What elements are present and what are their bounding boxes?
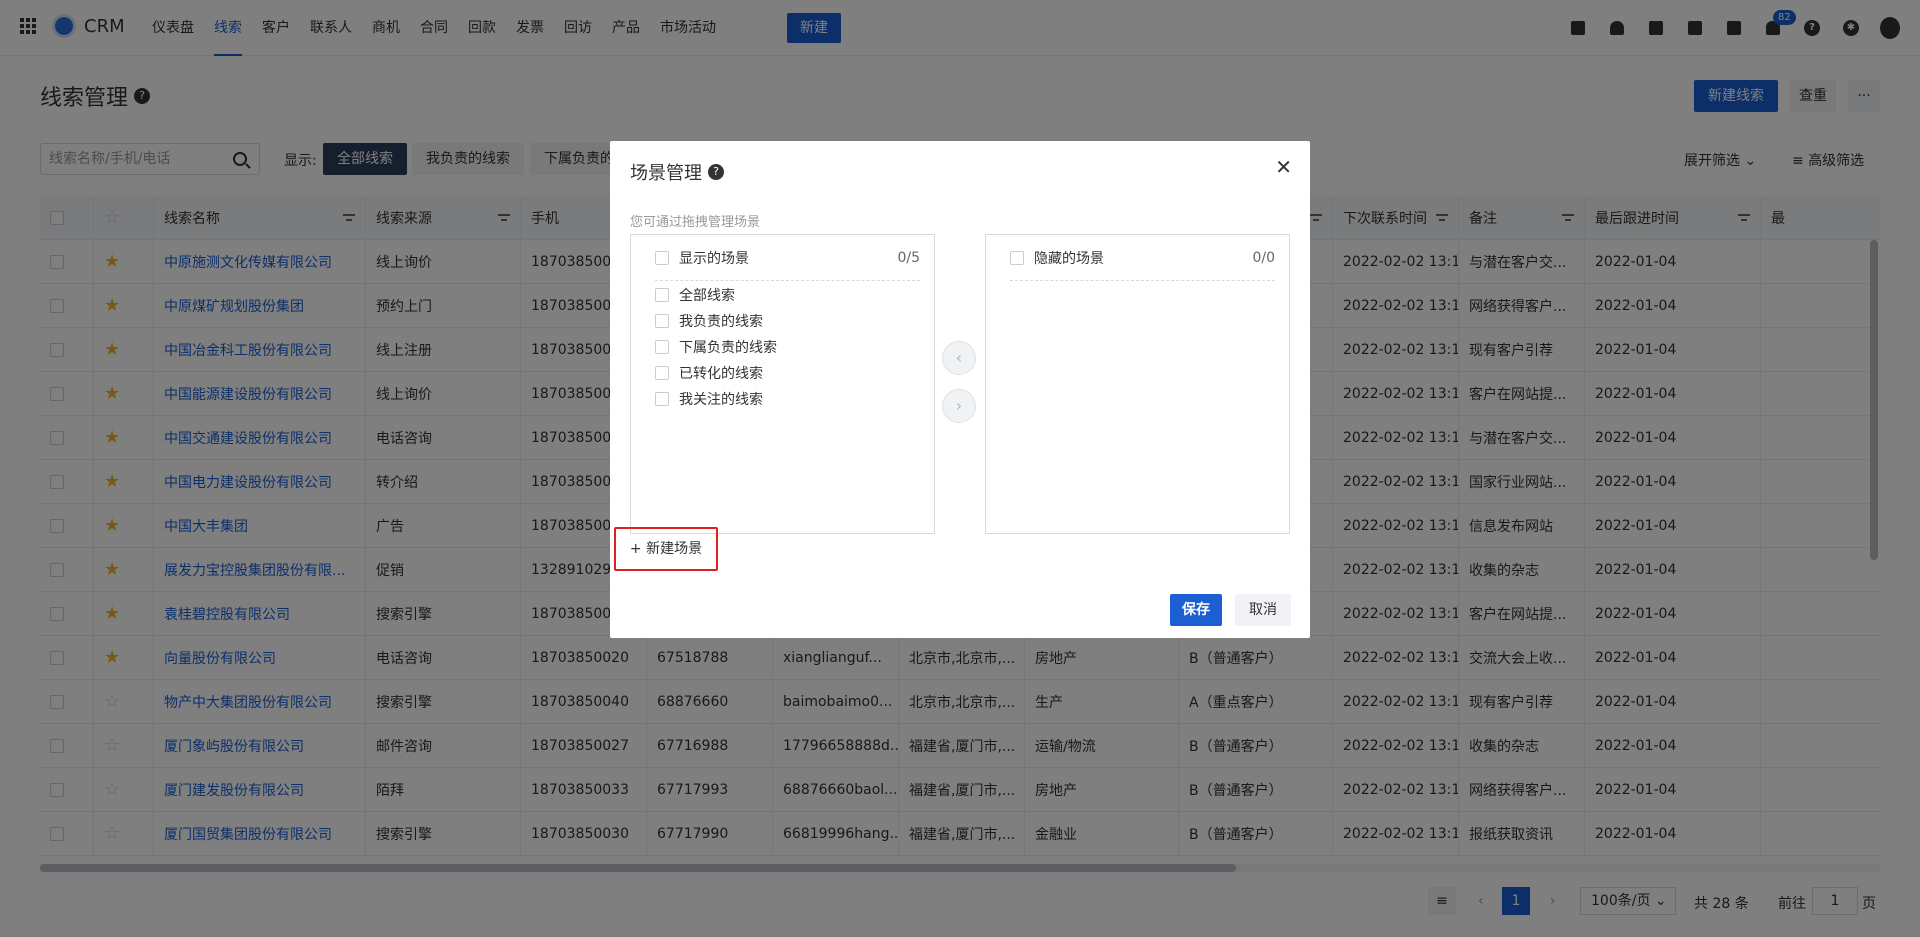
scene-checkbox[interactable] [655, 288, 669, 302]
move-right-button[interactable]: › [942, 389, 976, 423]
scene-item[interactable]: 已转化的线索 [655, 363, 763, 383]
scene-item[interactable]: 我关注的线索 [655, 389, 763, 409]
scene-label: 我负责的线索 [679, 314, 763, 330]
dialog-title: 场景管理 ? [630, 159, 724, 185]
shown-scenes-header: 显示的场景 0/5 [655, 235, 920, 281]
scene-checkbox[interactable] [655, 340, 669, 354]
hidden-scenes-count: 0/0 [1252, 249, 1275, 266]
scene-label: 已转化的线索 [679, 366, 763, 382]
scene-label: 全部线索 [679, 288, 735, 304]
scene-item[interactable]: 我负责的线索 [655, 311, 763, 331]
cancel-button[interactable]: 取消 [1235, 594, 1291, 626]
drag-hint: 您可通过拖拽管理场景 [630, 215, 761, 230]
save-button[interactable]: 保存 [1170, 594, 1222, 626]
scene-checkbox[interactable] [655, 366, 669, 380]
new-scene-button[interactable]: + 新建场景 [614, 527, 718, 571]
scene-label: 我关注的线索 [679, 392, 763, 408]
hidden-scenes-title: 隐藏的场景 [1034, 250, 1104, 267]
hidden-scenes-panel: 隐藏的场景 0/0 [985, 234, 1290, 534]
shown-select-all-checkbox[interactable] [655, 250, 669, 265]
shown-scenes-count: 0/5 [897, 249, 920, 266]
hidden-select-all-checkbox[interactable] [1010, 250, 1024, 265]
dialog-title-text: 场景管理 [630, 163, 702, 184]
hidden-scenes-header: 隐藏的场景 0/0 [1010, 235, 1275, 281]
scene-label: 下属负责的线索 [679, 340, 777, 356]
scene-item[interactable]: 下属负责的线索 [655, 337, 777, 357]
scene-checkbox[interactable] [655, 314, 669, 328]
scene-checkbox[interactable] [655, 392, 669, 406]
dialog-help-icon[interactable]: ? [708, 164, 724, 180]
shown-scenes-title: 显示的场景 [679, 250, 749, 267]
scene-manager-dialog: 场景管理 ? ✕ 您可通过拖拽管理场景 显示的场景 0/5 全部线索我负责的线索… [610, 141, 1310, 638]
shown-scenes-panel: 显示的场景 0/5 全部线索我负责的线索 下属负责的线索 已转化的线索 我关注的线索 [630, 234, 935, 534]
move-left-button[interactable]: ‹ [942, 341, 976, 375]
scene-item[interactable]: 全部线索 [655, 285, 735, 305]
close-icon[interactable]: ✕ [1275, 155, 1292, 179]
